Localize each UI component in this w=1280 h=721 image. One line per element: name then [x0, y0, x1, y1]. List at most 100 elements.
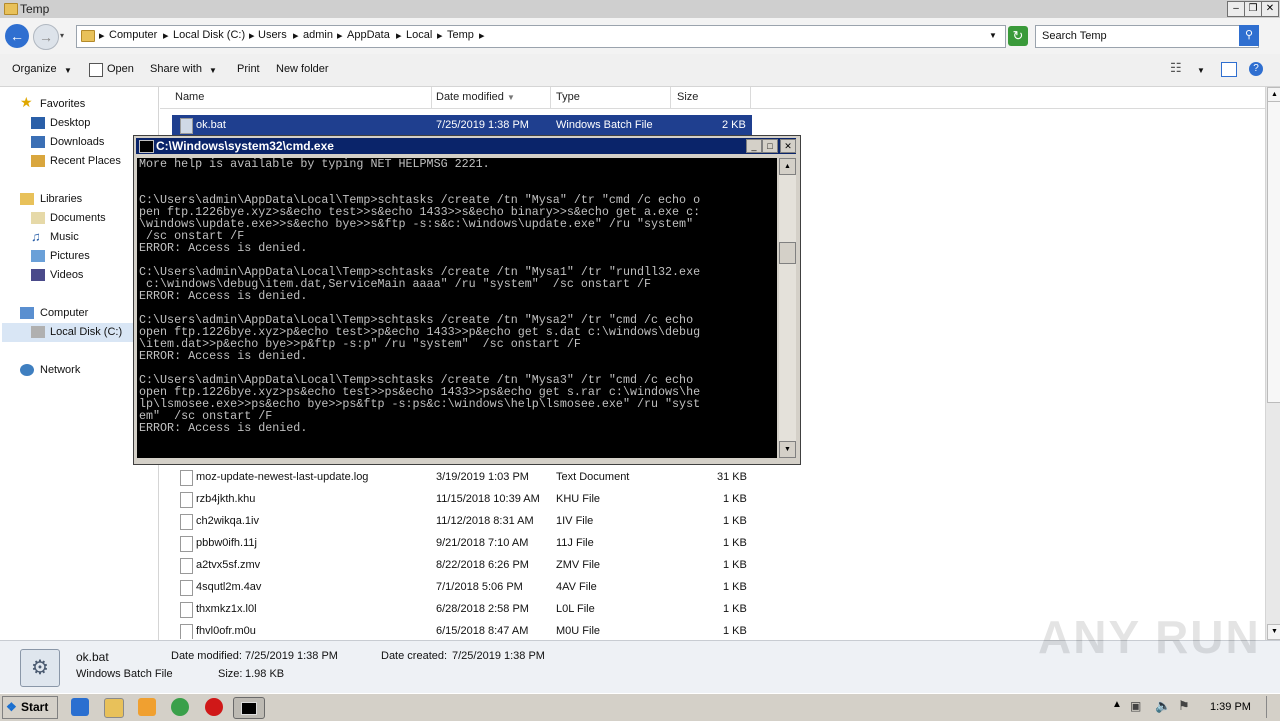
opera-icon[interactable]: [205, 698, 223, 716]
nav-computer[interactable]: Computer: [40, 307, 88, 319]
nav-pictures[interactable]: Pictures: [50, 250, 90, 262]
breadcrumb-admin[interactable]: admin: [303, 29, 333, 41]
refresh-icon[interactable]: ↻: [1008, 26, 1028, 46]
nav-music[interactable]: Music: [50, 231, 79, 243]
cmd-scroll-up-icon[interactable]: ▲: [779, 158, 796, 175]
column-name[interactable]: Name: [175, 91, 204, 103]
search-icon[interactable]: ⚲: [1239, 25, 1259, 46]
file-row[interactable]: a2tvx5sf.zmv 8/22/2018 6:26 PM ZMV File …: [172, 555, 752, 577]
scroll-down-icon[interactable]: ▼: [1267, 624, 1280, 640]
cmd-window[interactable]: C:\Windows\system32\cmd.exe _ □ ✕ More h…: [133, 135, 801, 465]
cmd-taskbar-button[interactable]: [233, 697, 265, 719]
file-row[interactable]: ch2wikqa.1iv 11/12/2018 8:31 AM 1IV File…: [172, 511, 752, 533]
start-button[interactable]: ❖ Start: [2, 696, 58, 719]
show-hidden-icons-icon[interactable]: ▲: [1112, 699, 1122, 710]
text-file-icon: [180, 470, 193, 486]
file-row[interactable]: pbbw0ifh.11j 9/21/2018 7:10 AM 11J File …: [172, 533, 752, 555]
file-date: 6/15/2018 8:47 AM: [436, 625, 529, 637]
view-chevron-icon[interactable]: ▼: [1197, 66, 1205, 75]
back-button[interactable]: ←: [5, 24, 29, 48]
volume-icon[interactable]: 🔈: [1155, 698, 1171, 714]
network-tray-icon[interactable]: ▣: [1130, 699, 1141, 713]
cmd-close-button[interactable]: ✕: [780, 139, 796, 153]
nav-local-disk[interactable]: Local Disk (C:): [50, 326, 122, 338]
file-row[interactable]: fhvl0ofr.m0u 6/15/2018 8:47 AM M0U File …: [172, 621, 752, 639]
recent-pages-chevron-icon[interactable]: ▾: [60, 31, 64, 40]
cmd-scrollbar[interactable]: ▲ ▼: [779, 158, 796, 458]
file-row[interactable]: rzb4jkth.khu 11/15/2018 10:39 AM KHU Fil…: [172, 489, 752, 511]
breadcrumb-temp[interactable]: Temp: [447, 29, 474, 41]
nav-documents[interactable]: Documents: [50, 212, 106, 224]
cmd-minimize-button[interactable]: _: [746, 139, 762, 153]
file-size: 1 KB: [723, 515, 747, 527]
forward-button[interactable]: →: [33, 24, 59, 50]
show-desktop-button[interactable]: [1266, 696, 1279, 718]
file-row[interactable]: moz-update-newest-last-update.log 3/19/2…: [172, 467, 752, 489]
search-input[interactable]: Search Temp ⚲: [1035, 25, 1259, 48]
column-type[interactable]: Type: [556, 91, 580, 103]
breadcrumb-computer[interactable]: Computer: [109, 29, 157, 41]
print-button[interactable]: Print: [237, 63, 260, 75]
file-type: 11J File: [556, 537, 594, 549]
file-icon: [180, 602, 193, 618]
address-bar[interactable]: ▸ Computer ▸ Local Disk (C:) ▸ Users ▸ a…: [76, 25, 1006, 48]
nav-desktop[interactable]: Desktop: [50, 117, 90, 129]
address-dropdown-icon[interactable]: ▼: [989, 31, 997, 40]
breadcrumb-local-disk[interactable]: Local Disk (C:): [173, 29, 245, 41]
nav-favorites[interactable]: Favorites: [40, 98, 85, 110]
nav-libraries[interactable]: Libraries: [40, 193, 82, 205]
file-icon: [180, 536, 193, 552]
file-icon: [180, 558, 193, 574]
nav-videos[interactable]: Videos: [50, 269, 83, 281]
media-player-icon[interactable]: [138, 698, 156, 716]
new-folder-button[interactable]: New folder: [276, 63, 329, 75]
organize-button[interactable]: Organize: [12, 63, 57, 75]
file-name: rzb4jkth.khu: [196, 493, 256, 505]
breadcrumb-users[interactable]: Users: [258, 29, 287, 41]
cmd-scroll-thumb[interactable]: [779, 242, 796, 264]
clock[interactable]: 1:39 PM: [1210, 701, 1251, 713]
nav-recent-places[interactable]: Recent Places: [50, 155, 121, 167]
favorites-star-icon: ★: [20, 94, 33, 110]
close-button[interactable]: ✕: [1261, 1, 1279, 17]
file-type: KHU File: [556, 493, 601, 505]
explorer-taskbar-icon[interactable]: [104, 698, 124, 718]
share-chevron-icon: ▼: [209, 66, 217, 75]
file-row[interactable]: 4squtl2m.4av 7/1/2018 5:06 PM 4AV File 1…: [172, 577, 752, 599]
file-row[interactable]: thxmkz1x.l0l 6/28/2018 2:58 PM L0L File …: [172, 599, 752, 621]
file-type: ZMV File: [556, 559, 600, 571]
cmd-console[interactable]: More help is available by typing NET HEL…: [137, 158, 777, 458]
cmd-scroll-down-icon[interactable]: ▼: [779, 441, 796, 458]
preview-pane-icon[interactable]: [1221, 62, 1237, 77]
start-label: Start: [21, 700, 49, 714]
details-modified-value: 7/25/2019 1:38 PM: [245, 650, 338, 662]
file-date: 11/15/2018 10:39 AM: [436, 493, 540, 505]
file-list-scrollbar[interactable]: ▲ ▼: [1265, 87, 1280, 640]
nav-downloads[interactable]: Downloads: [50, 136, 104, 148]
column-date-modified[interactable]: Date modified: [436, 91, 504, 103]
scroll-thumb[interactable]: [1267, 101, 1280, 403]
cmd-title-bar[interactable]: C:\Windows\system32\cmd.exe _ □ ✕: [136, 138, 796, 154]
action-center-flag-icon[interactable]: ⚑: [1178, 698, 1190, 714]
desktop-icon: [31, 117, 45, 129]
window-title-bar[interactable]: Temp – ❐ ✕: [0, 0, 1280, 18]
file-date: 11/12/2018 8:31 AM: [436, 515, 534, 527]
column-size[interactable]: Size: [677, 91, 698, 103]
share-with-button[interactable]: Share with: [150, 63, 202, 75]
computer-icon: [20, 307, 34, 319]
nav-network[interactable]: Network: [40, 364, 80, 376]
view-options-icon[interactable]: ☷: [1170, 60, 1182, 76]
maximize-button[interactable]: ❐: [1244, 1, 1262, 17]
help-icon[interactable]: ?: [1249, 62, 1263, 76]
file-size: 1 KB: [723, 603, 747, 615]
chrome-icon[interactable]: [171, 698, 189, 716]
cmd-maximize-button[interactable]: □: [762, 139, 778, 153]
breadcrumb-local[interactable]: Local: [406, 29, 432, 41]
minimize-button[interactable]: –: [1227, 1, 1245, 17]
open-button[interactable]: Open: [107, 63, 134, 75]
file-row[interactable]: ok.bat 7/25/2019 1:38 PM Windows Batch F…: [172, 115, 752, 137]
file-date: 7/25/2019 1:38 PM: [436, 119, 529, 131]
address-folder-icon: [81, 30, 95, 42]
internet-explorer-icon[interactable]: [71, 698, 89, 716]
breadcrumb-appdata[interactable]: AppData: [347, 29, 390, 41]
